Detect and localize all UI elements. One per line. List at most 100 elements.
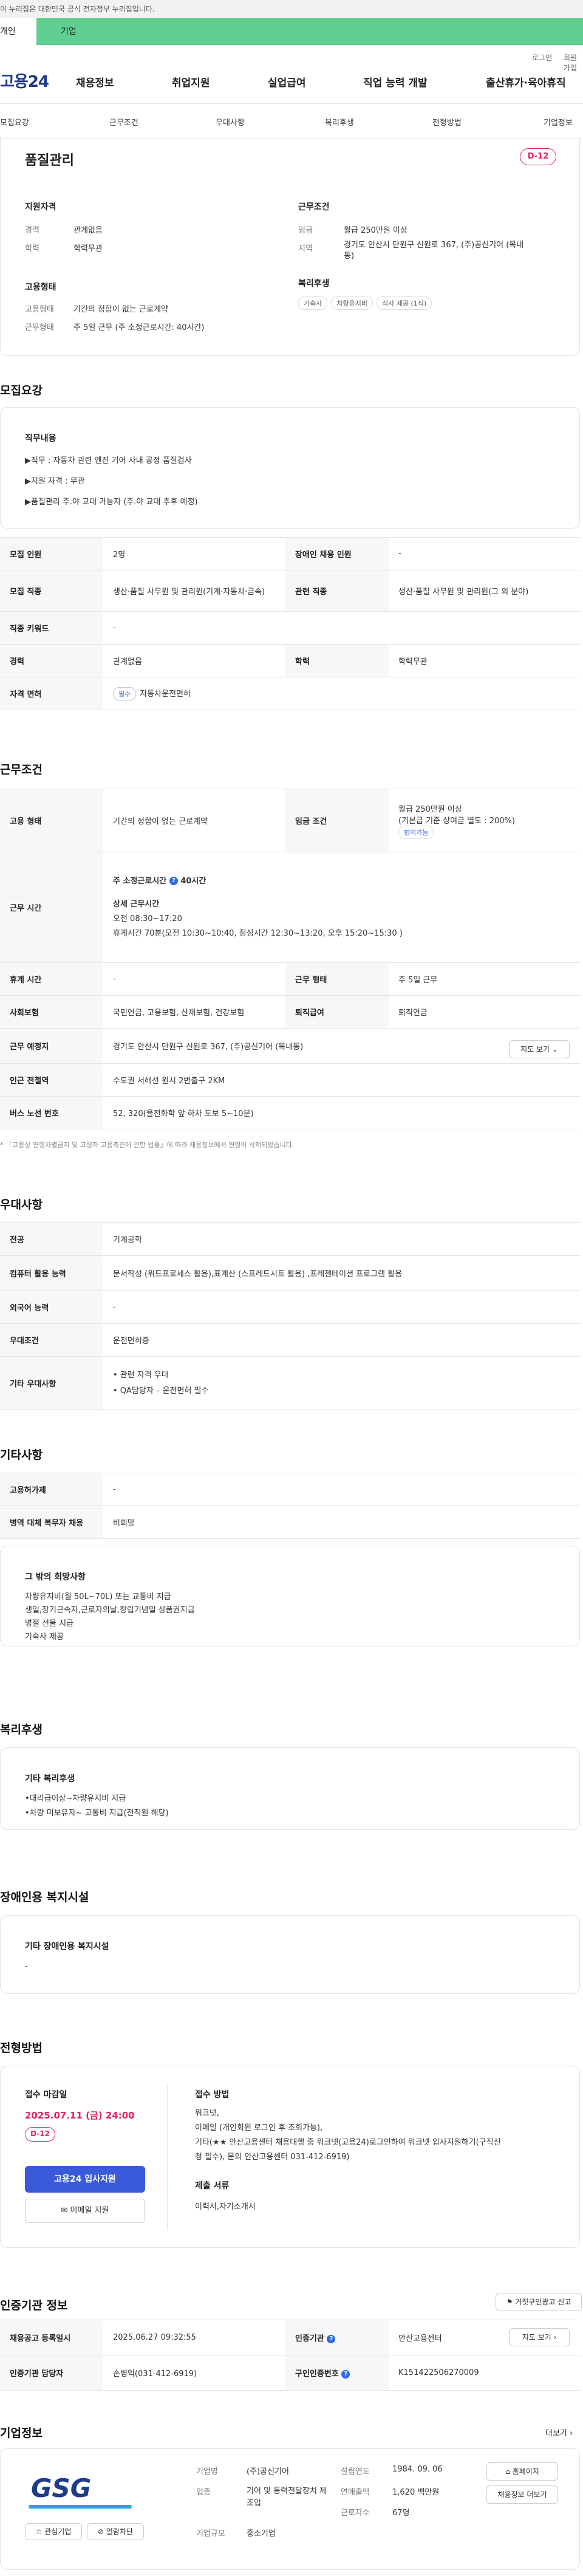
td: 2025.06.27 09:32:55	[103, 2320, 285, 2355]
th: 관련 직종	[285, 570, 389, 612]
ben-tag: 기숙사	[298, 296, 328, 310]
work-table: 고용 형태 기간의 정함이 없는 근로계약 임금 조건 월급 250만원 이상 (기본급…	[0, 789, 580, 1129]
cert-map-button[interactable]: 지도 보기 ›	[509, 2328, 570, 2346]
tab-company[interactable]: 기업	[36, 18, 583, 45]
anchor-selection[interactable]: 전형방법	[432, 116, 462, 128]
td: 국민연금, 고용보험, 산재보험, 건강보험	[103, 995, 285, 1029]
block-button[interactable]: ⊘ 열람차단	[87, 2523, 144, 2540]
td: 비희망	[103, 1506, 580, 1539]
loc-label: 지역	[298, 244, 313, 253]
section-title-selection: 전형방법	[0, 2041, 43, 2055]
td: -	[103, 962, 285, 996]
co-value: 1,620 백만원	[392, 2488, 440, 2497]
pref-table: 전공 기계공학 컴퓨터 활용 능력 문서작성 (워드프로세스 활용),표계산 (스프…	[0, 1222, 580, 1410]
co-value: 기어 및 동력전달장치 제조업	[247, 2487, 327, 2508]
ben-tags: 기숙사 차량유지비 식사 제공 (1식)	[298, 296, 435, 310]
map-button[interactable]: 지도 보기 ⌄	[509, 1040, 570, 1058]
utility-bar: 로그인 회원가입	[0, 45, 583, 72]
career-label: 경력	[25, 226, 39, 235]
th: 사회보험	[0, 995, 103, 1029]
table-row: 병역 대체 복무자 채용 비희망	[0, 1506, 580, 1539]
th: 근무 시간	[0, 852, 103, 963]
nav-leave[interactable]: 출산휴가·육아휴직	[486, 74, 566, 89]
nav-support[interactable]: 취업지원	[172, 74, 210, 89]
help-icon[interactable]: ?	[327, 2334, 336, 2343]
table-row: 채용공고 등록일시 2025.06.27 09:32:55 인증기관 ? 안산고용센터	[0, 2320, 580, 2355]
login-link[interactable]: 로그인	[532, 52, 552, 63]
wage-2: (기본급 기준 상여금 별도 : 200%)	[398, 816, 515, 826]
co-value: 중소기업	[247, 2529, 276, 2538]
org-label: 인증기관	[295, 2334, 324, 2343]
table-row: 휴게 시간 - 근무 형태 주 5일 근무	[0, 962, 580, 996]
more-link[interactable]: 더보기 ›	[545, 2427, 573, 2438]
block-label: 열람차단	[106, 2527, 134, 2536]
th: 전공	[0, 1222, 103, 1256]
th: 모집 인원	[0, 537, 103, 570]
th: 자격 면허	[0, 677, 103, 710]
help-icon[interactable]: ?	[169, 877, 178, 885]
td: 문서작성 (워드프로세스 활용),표계산 (스프레드시트 활용) ,프레젠테이션…	[103, 1255, 580, 1291]
section-title-recruit: 모집요강	[0, 384, 43, 397]
th: 직종 키워드	[0, 611, 103, 645]
td: 학력무관	[389, 644, 580, 677]
td: 기계공학	[103, 1222, 580, 1256]
help-icon[interactable]: ?	[341, 2369, 350, 2379]
pay-label: 임금	[298, 226, 313, 235]
company-box: GSG ☆ 관심기업 ⊘ 열람차단 기업명 (주)공신기어 설립연도 1984.…	[0, 2448, 580, 2570]
homepage-button[interactable]: ⌂ 홈페이지	[486, 2462, 558, 2481]
anchor-pref[interactable]: 우대사항	[216, 116, 245, 128]
disabled-heading: 기타 장애인용 복지시설	[25, 1942, 109, 1951]
section-anchor-bar: 모집요강 근무조건 우대사항 복리후생 전형방법 기업정보	[0, 103, 583, 139]
th: 기타 우대사항	[0, 1356, 103, 1410]
welfare-heading: 기타 복리후생	[25, 1774, 75, 1784]
tab-personal[interactable]: 개인	[0, 18, 36, 45]
table-row: 인근 전철역 수도권 서해선 원시 2번출구 2KM	[0, 1063, 580, 1097]
selection-box: 접수 마감일 2025.07.11 (금) 24:00 D-12 고용24 입사…	[0, 2066, 580, 2248]
report-button[interactable]: ⚑ 거짓구인광고 신고	[496, 2293, 582, 2311]
duty-box: 직무내용 ▶직무 : 자동차 관련 엔진 기어 사내 공정 품질검사 ▶지원 자…	[0, 407, 580, 529]
detail-time-2: 휴게시간 70분(오전 10:30~10:40, 점심시간 12:30~13:2…	[113, 928, 403, 938]
mail-icon: ✉	[61, 2206, 68, 2215]
other-table: 고용허가제 - 병역 대체 복무자 채용 비희망	[0, 1473, 580, 1539]
td: 생산·품질 사무원 및 관리원(기계·자동차·금속)	[103, 570, 285, 612]
table-row: 근무 시간 주 소정근로시간 ? 40시간 상세 근무시간 오전 08:30~17:2…	[0, 852, 580, 963]
ben-tag: 차량유지비	[331, 296, 373, 310]
method-line: 기타(★★ 안산고용센터 채용대행 중 워크넷(고용24)로그인하여 워크넷 입…	[195, 2138, 501, 2147]
table-row: 고용 형태 기간의 정함이 없는 근로계약 임금 조건 월급 250만원 이상 (기본급…	[0, 789, 580, 852]
th: 학력	[285, 644, 389, 677]
co-label: 기업규모	[196, 2529, 225, 2538]
anchor-work[interactable]: 근무조건	[109, 116, 138, 128]
section-title-disabled: 장애인용 복지시설	[0, 1891, 89, 1904]
disabled-value: -	[25, 1962, 28, 1971]
th: 병역 대체 복무자 채용	[0, 1506, 103, 1539]
nav-unemployment[interactable]: 실업급여	[268, 74, 306, 89]
loc-value-2: 동)	[344, 252, 355, 261]
fav-button[interactable]: ☆ 관심기업	[25, 2523, 82, 2540]
job-more-button[interactable]: 채용정보 더보기	[486, 2485, 558, 2504]
th: 퇴직급여	[285, 995, 389, 1029]
td: -	[103, 1473, 580, 1506]
nav-jobs[interactable]: 채용정보	[76, 74, 114, 89]
home-label: 홈페이지	[512, 2467, 539, 2476]
apply-button[interactable]: 고용24 입사지원	[25, 2166, 145, 2193]
map-button-label: 지도 보기	[520, 1045, 550, 1053]
email-apply-button[interactable]: ✉ 이메일 지원	[25, 2199, 145, 2223]
block-icon: ⊘	[97, 2527, 104, 2536]
required-tag: 필수	[113, 687, 137, 701]
anchor-recruit[interactable]: 모집요강	[0, 116, 29, 128]
table-row: 직종 키워드 -	[0, 611, 580, 645]
co-label: 기업명	[196, 2467, 218, 2476]
th: 외국어 능력	[0, 1290, 103, 1324]
table-row: 모집 직종 생산·품질 사무원 및 관리원(기계·자동차·금속) 관련 직종 생산·품…	[0, 570, 580, 612]
th: 우대조건	[0, 1323, 103, 1357]
cert-table: 채용공고 등록일시 2025.06.27 09:32:55 인증기관 ? 안산고용센터…	[0, 2320, 580, 2391]
pay-value: 월급 250만원 이상	[344, 226, 407, 235]
site-logo[interactable]: 고용24	[0, 69, 49, 92]
th: 인증기관 담당자	[0, 2355, 103, 2391]
chevron-down-icon: ⌄	[551, 1045, 558, 1053]
anchor-welfare[interactable]: 복리후생	[325, 116, 354, 128]
anchor-company[interactable]: 기업정보	[544, 116, 573, 128]
org-value: 안산고용센터	[398, 2334, 442, 2343]
nav-training[interactable]: 직업 능력 개발	[363, 74, 428, 89]
ben-heading: 복리후생	[298, 279, 330, 289]
